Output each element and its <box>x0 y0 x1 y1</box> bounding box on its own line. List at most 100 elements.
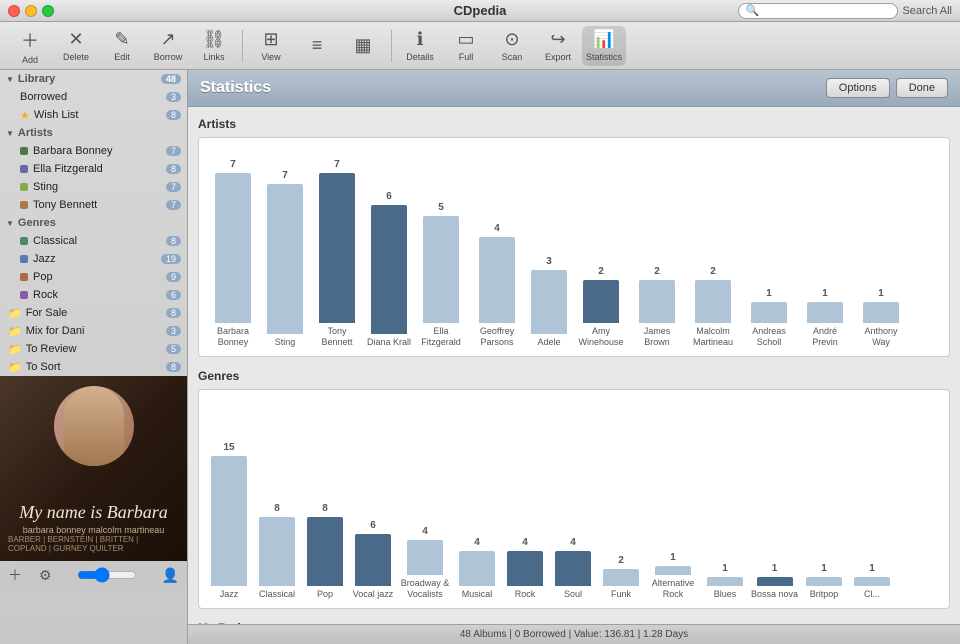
sidebar-item-mix-dani[interactable]: 📁 Mix for Dani 3 <box>0 322 187 340</box>
list-view-button[interactable]: ≡ <box>295 26 339 66</box>
grid-icon: ▦ <box>354 35 371 56</box>
stats-title: Statistics <box>200 79 271 97</box>
bar-col: 1 Bossa nova <box>751 563 798 600</box>
sidebar-footer: ＋ ⚙ 👤 <box>0 561 187 589</box>
content-area: Statistics Options Done Artists 7 Barbar… <box>188 70 960 644</box>
list-icon: ≡ <box>312 35 323 56</box>
bar-col: 7 Tony Bennett <box>311 159 363 348</box>
bar-col: 8 Pop <box>303 503 347 600</box>
cover-art: My name is Barbara barbara bonney malcol… <box>0 376 187 561</box>
bar-col: 1 Anthony Way <box>855 288 907 348</box>
bar <box>423 216 459 323</box>
details-button[interactable]: ℹ Details <box>398 26 442 66</box>
bar-col: 2 Malcolm Martineau <box>687 266 739 348</box>
export-icon: ↪ <box>550 29 565 50</box>
links-button[interactable]: ⛓ Links <box>192 26 236 66</box>
stats-header: Statistics Options Done <box>188 70 960 107</box>
bar <box>757 577 793 586</box>
bar-col: 4 Rock <box>503 537 547 600</box>
close-button[interactable] <box>8 5 20 17</box>
sidebar-item-pop[interactable]: Pop 9 <box>0 268 187 286</box>
view-button[interactable]: ⊞ View <box>249 26 293 66</box>
search-area: Search All <box>738 3 952 19</box>
artists-section: Artists 7 Barbara Bonney 7 Sting 7 Tony … <box>198 117 950 357</box>
statistics-button[interactable]: 📊 Statistics <box>582 26 626 66</box>
sidebar-item-ella-fitzgerald[interactable]: Ella Fitzgerald 8 <box>0 160 187 178</box>
settings-button[interactable]: ⚙ <box>39 567 52 584</box>
search-input[interactable] <box>738 3 898 19</box>
full-icon: ▭ <box>457 29 474 50</box>
dot-pop <box>20 273 28 281</box>
bar-col: 1 Britpop <box>802 563 846 600</box>
window-controls <box>8 5 54 17</box>
scan-button[interactable]: ⊙ Scan <box>490 26 534 66</box>
toolbar-divider-2 <box>391 30 392 62</box>
bar <box>655 566 691 575</box>
bar-col: 2 Amy Winehouse <box>575 266 627 348</box>
bar-col: 6 Diana Krall <box>367 191 411 348</box>
bar-col: 1 Andreas Scholl <box>743 288 795 348</box>
cover-art-inner: My name is Barbara barbara bonney malcol… <box>0 376 187 561</box>
add-button[interactable]: ＋ Add <box>8 26 52 66</box>
sidebar-item-sting[interactable]: Sting 7 <box>0 178 187 196</box>
sidebar-section-artists[interactable]: ▼ Artists <box>0 124 187 142</box>
triangle-library: ▼ <box>6 75 14 84</box>
cover-art-label: BARBER | BERNSTEIN | BRITTEN | COPLAND |… <box>8 535 179 553</box>
sidebar-item-for-sale[interactable]: 📁 For Sale 8 <box>0 304 187 322</box>
statistics-icon: 📊 <box>593 29 615 50</box>
sidebar-item-wishlist[interactable]: ★ Wish List 8 <box>0 106 187 124</box>
sidebar-item-to-review[interactable]: 📁 To Review 5 <box>0 340 187 358</box>
sidebar-item-to-sort[interactable]: 📁 To Sort 8 <box>0 358 187 376</box>
cover-art-subtitle: barbara bonney malcolm martineau <box>8 525 179 535</box>
stats-header-buttons: Options Done <box>826 78 948 98</box>
search-all-label: Search All <box>902 5 952 17</box>
maximize-button[interactable] <box>42 5 54 17</box>
sidebar-section-genres[interactable]: ▼ Genres <box>0 214 187 232</box>
sidebar-item-classical[interactable]: Classical 8 <box>0 232 187 250</box>
main-layout: ▼ Library 48 Borrowed 3 ★ Wish List 8 ▼ … <box>0 70 960 644</box>
bar-col: 6 Vocal jazz <box>351 520 395 600</box>
sidebar-item-rock[interactable]: Rock 6 <box>0 286 187 304</box>
delete-button[interactable]: ✕ Delete <box>54 26 98 66</box>
minimize-button[interactable] <box>25 5 37 17</box>
bar-col: 5 Ella Fitzgerald <box>415 202 467 348</box>
edit-button[interactable]: ✎ Edit <box>100 26 144 66</box>
done-button[interactable]: Done <box>896 78 948 98</box>
cover-art-title: My name is Barbara <box>8 502 179 523</box>
sidebar-item-tony-bennett[interactable]: Tony Bennett 7 <box>0 196 187 214</box>
bar <box>307 517 343 586</box>
dot-sting <box>20 183 28 191</box>
options-button[interactable]: Options <box>826 78 890 98</box>
statusbar: 48 Albums | 0 Borrowed | Value: 136.81 |… <box>188 624 960 644</box>
dot-rock <box>20 291 28 299</box>
bar <box>806 577 842 586</box>
bar <box>583 280 619 323</box>
bar <box>355 534 391 586</box>
sidebar: ▼ Library 48 Borrowed 3 ★ Wish List 8 ▼ … <box>0 70 188 644</box>
add-playlist-button[interactable]: ＋ <box>8 565 22 585</box>
bar-col: 2 James Brown <box>631 266 683 348</box>
user-button[interactable]: 👤 <box>162 567 179 584</box>
grid-view-button[interactable]: ▦ <box>341 26 385 66</box>
sidebar-item-borrowed[interactable]: Borrowed 3 <box>0 88 187 106</box>
bar <box>215 173 251 323</box>
borrow-button[interactable]: ↗ Borrow <box>146 26 190 66</box>
bar-col: 3 Adele <box>527 256 571 348</box>
bar <box>639 280 675 323</box>
sidebar-section-library[interactable]: ▼ Library 48 <box>0 70 187 88</box>
bar <box>371 205 407 334</box>
bar-col: 1 Cl... <box>850 563 894 600</box>
zoom-slider[interactable] <box>77 571 137 579</box>
bar <box>507 551 543 586</box>
scan-icon: ⊙ <box>504 29 519 50</box>
delete-icon: ✕ <box>68 29 83 50</box>
bar-col: 4 Musical <box>455 537 499 600</box>
genres-section: Genres 15 Jazz 8 Classical 8 Pop 6 Vocal… <box>198 369 950 609</box>
bar <box>267 184 303 334</box>
sidebar-item-jazz[interactable]: Jazz 19 <box>0 250 187 268</box>
bar-col: 1 Blues <box>703 563 747 600</box>
bar-col: 2 Funk <box>599 555 643 600</box>
sidebar-item-barbara-bonney[interactable]: Barbara Bonney 7 <box>0 142 187 160</box>
full-button[interactable]: ▭ Full <box>444 26 488 66</box>
export-button[interactable]: ↪ Export <box>536 26 580 66</box>
